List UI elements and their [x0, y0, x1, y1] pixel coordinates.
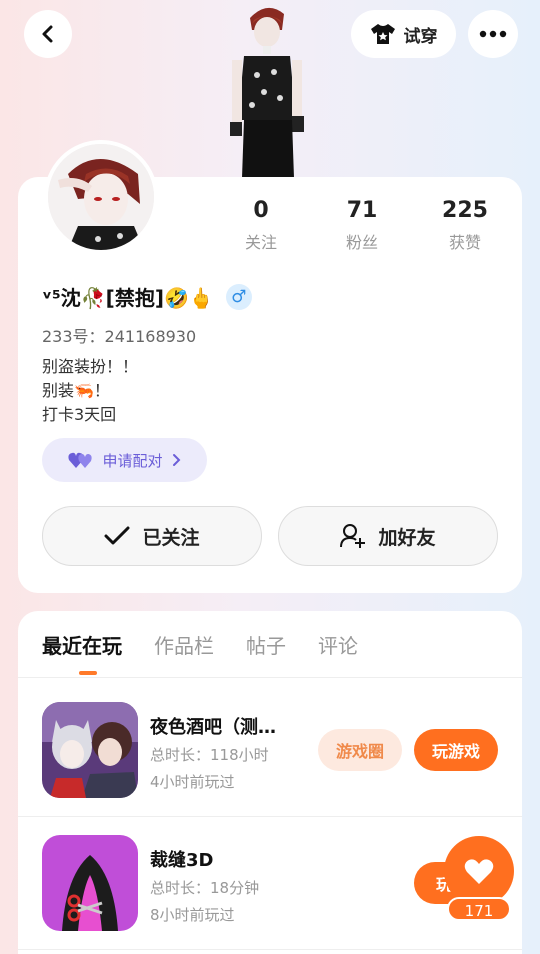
- add-user-icon: [340, 524, 366, 548]
- stat-likes-label: 获赞: [448, 233, 481, 252]
- check-icon: [104, 526, 130, 545]
- heart-icon: [464, 858, 494, 884]
- divider: [18, 677, 522, 678]
- stat-following[interactable]: 0 关注: [216, 198, 306, 253]
- divider: [18, 949, 522, 950]
- bio-line: 别盗装扮！！: [42, 357, 139, 376]
- play-game-button[interactable]: 玩游戏: [414, 729, 498, 771]
- tab-posts[interactable]: 帖子: [246, 630, 286, 659]
- bio-line: 打卡3天回: [42, 405, 117, 424]
- game-icon[interactable]: [42, 702, 138, 798]
- bio-line: 别装🦐！: [42, 381, 110, 400]
- followed-button[interactable]: 已关注: [42, 506, 262, 566]
- male-gender-icon: ♂: [225, 283, 252, 310]
- like-button[interactable]: [444, 836, 514, 906]
- request-pair-button[interactable]: 申请配对: [42, 438, 207, 482]
- followed-label: 已关注: [142, 526, 200, 549]
- game-title[interactable]: 裁缝3D: [150, 846, 213, 872]
- game-icon[interactable]: [42, 835, 138, 931]
- stat-likes-count: 225: [442, 198, 488, 223]
- stat-fans-count: 71: [346, 198, 378, 223]
- profile-tabs: 最近在玩 作品栏 帖子 评论: [42, 630, 358, 659]
- game-title[interactable]: 夜色酒吧（测…: [150, 713, 276, 739]
- stat-likes[interactable]: 225 获赞: [420, 198, 510, 253]
- stat-fans-label: 粉丝: [345, 233, 378, 252]
- try-on-label: 试穿: [403, 26, 438, 47]
- profile-avatar[interactable]: [44, 140, 158, 254]
- stat-fans[interactable]: 71 粉丝: [317, 198, 407, 253]
- bio: 别盗装扮！！ 别装🦐！ 打卡3天回: [42, 355, 138, 427]
- game-last-played: 4小时前玩过: [150, 773, 235, 791]
- like-count: 171: [447, 897, 511, 921]
- character-avatar-image: [222, 0, 312, 178]
- back-button[interactable]: [24, 10, 72, 58]
- chevron-right-icon: [172, 454, 180, 466]
- back-icon: [42, 25, 53, 43]
- tab-works[interactable]: 作品栏: [154, 630, 214, 659]
- tab-indicator: [79, 671, 97, 675]
- tab-comments[interactable]: 评论: [318, 630, 358, 659]
- more-icon: [479, 30, 507, 38]
- divider: [18, 816, 522, 817]
- game-circle-button[interactable]: 游戏圈: [318, 729, 402, 771]
- stat-following-label: 关注: [244, 233, 277, 252]
- game-duration: 总时长：118小时: [150, 746, 269, 764]
- username: ᵛ⁵沈🥀[禁抱]🤣🖕 ♂: [42, 282, 252, 311]
- try-on-button[interactable]: 试穿: [351, 10, 456, 58]
- stat-following-count: 0: [253, 198, 269, 223]
- username-text: ᵛ⁵沈🥀[禁抱]🤣🖕: [42, 286, 214, 310]
- game-duration: 总时长：18分钟: [150, 879, 260, 897]
- request-pair-label: 申请配对: [102, 451, 163, 470]
- add-friend-button[interactable]: 加好友: [278, 506, 498, 566]
- tab-recently-played[interactable]: 最近在玩: [42, 630, 122, 659]
- double-heart-icon: [68, 452, 93, 468]
- shirt-icon: [370, 24, 395, 44]
- user-id: 233号：241168930: [42, 327, 197, 346]
- add-friend-label: 加好友: [378, 526, 436, 549]
- more-button[interactable]: [468, 10, 518, 58]
- game-last-played: 8小时前玩过: [150, 906, 235, 924]
